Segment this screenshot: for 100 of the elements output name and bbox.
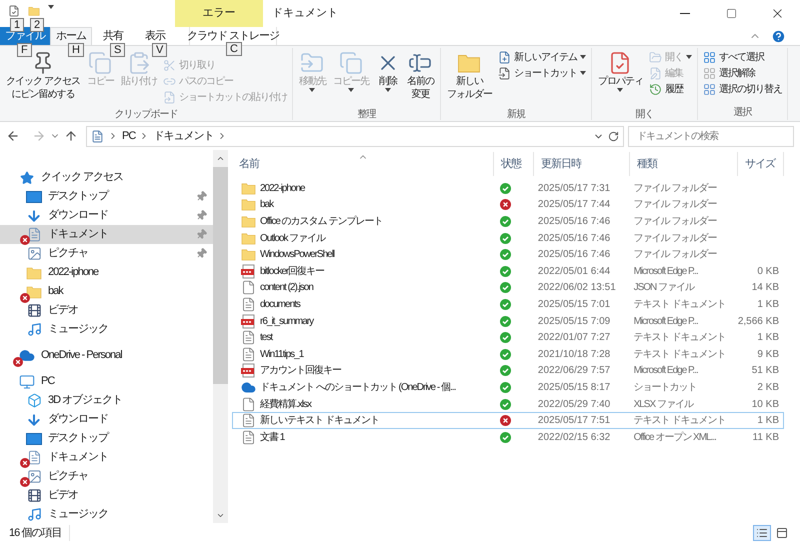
caret-icon	[686, 55, 692, 59]
text-file-icon	[241, 413, 256, 428]
column-header[interactable]: 名前	[232, 152, 494, 176]
nav-item[interactable]: クイック アクセス	[0, 168, 213, 187]
caret-icon	[309, 88, 316, 92]
file-row[interactable]: ドキュメント へのショートカット (OneDrive - 個... 2025/05/15 8:17 ショートカット 2 KB	[232, 379, 784, 396]
nav-item[interactable]: デスクトップ	[0, 429, 213, 448]
file-row[interactable]: WindowsPowerShell 2025/05/16 7:46 ファイル フォルダー	[232, 246, 784, 263]
shortcut-icon	[498, 66, 511, 80]
file-row[interactable]: Outlook ファイル 2025/05/16 7:46 ファイル フォルダー	[232, 230, 784, 246]
nav-item[interactable]: ミュージック	[0, 505, 213, 524]
file-row[interactable]: 経費精算.xlsx 2022/05/29 7:40 XLSX ファイル 10 KB	[232, 396, 784, 412]
column-header[interactable]: 状態	[494, 152, 534, 176]
file-row[interactable]: documents 2025/05/15 7:01 テキスト ドキュメント 1 KB	[232, 296, 784, 313]
nav-item[interactable]: ピクチャ	[0, 467, 213, 486]
ribbon-button[interactable]: 履歴	[646, 81, 694, 97]
ribbon-button[interactable]: 新しいアイテム	[496, 49, 588, 65]
modified-date: 2025/05/16 7:46	[536, 232, 610, 244]
back-icon[interactable]	[6, 129, 20, 143]
scroll-up-icon[interactable]	[216, 154, 225, 163]
nav-item[interactable]: bak	[0, 282, 213, 301]
nav-item[interactable]: ダウンロード	[0, 410, 213, 429]
ribbon-button[interactable]: 削除	[372, 48, 403, 108]
file-name: Office のカスタム テンプレート	[260, 214, 382, 229]
file-type: ショートカット	[632, 382, 697, 393]
nav-item[interactable]: デスクトップ	[0, 187, 213, 206]
column-header[interactable]: 種類	[630, 152, 738, 176]
ribbon-button[interactable]: 新しい フォルダー	[444, 48, 495, 108]
grid-icon	[702, 50, 716, 64]
file-row[interactable]: Win11tips_1 2021/10/18 7:28 テキスト ドキュメント 9 KB	[232, 346, 784, 363]
nav-label: 3D オブジェクト	[48, 392, 122, 408]
file-row[interactable]: 文書 1 2022/02/15 6:32 Office オープン XML... 11 KB	[232, 428, 784, 446]
group-label: 選択	[733, 106, 752, 120]
modified-date: 2025/05/16 7:46	[536, 249, 610, 260]
file-row[interactable]: bak 2025/05/17 7:44 ファイル フォルダー	[232, 196, 784, 214]
modified-date: 2025/05/15 8:17	[536, 382, 610, 393]
maximize-icon	[726, 8, 736, 19]
ribbon-button[interactable]: すべて選択	[700, 49, 784, 65]
properties-icon[interactable]	[8, 5, 20, 17]
ribbon-tab[interactable]: ホーム	[50, 27, 92, 45]
file-name: WindowsPowerShell	[260, 248, 334, 262]
ribbon-tab[interactable]: 共有	[92, 27, 134, 45]
refresh-icon[interactable]	[608, 130, 619, 142]
file-row[interactable]: r6_it_summary 2025/05/15 7:09 Microsoft Edge P... 2,566 KB	[232, 312, 784, 330]
scrollbar-thumb[interactable]	[213, 167, 228, 384]
nav-label: bak	[48, 284, 63, 300]
nav-label: ミュージック	[48, 507, 108, 522]
nav-item[interactable]: 2022-iphone	[0, 263, 213, 282]
error-badge-icon	[20, 477, 30, 487]
group-label: クリップボード	[114, 108, 178, 121]
nav-item[interactable]: ミュージック	[0, 320, 213, 339]
modified-date: 2025/05/15 7:09	[536, 316, 610, 327]
ribbon-button[interactable]: ショートカット	[496, 65, 588, 81]
caret-icon	[580, 71, 586, 75]
file-type: テキスト ドキュメント	[632, 415, 726, 426]
ribbon-button[interactable]: プロパティ	[594, 48, 646, 108]
file-size: 2,566 KB	[738, 314, 779, 329]
nav-item[interactable]: ドキュメント	[0, 225, 213, 244]
text-file-icon	[241, 330, 256, 346]
folder-icon	[241, 230, 256, 246]
nav-item[interactable]: 3D オブジェクト	[0, 391, 213, 410]
nav-item[interactable]: ピクチャ	[0, 244, 213, 263]
ribbon-button[interactable]: 名前の 変更	[404, 48, 437, 108]
column-header[interactable]: サイズ	[738, 152, 784, 176]
search-field[interactable]: ドキュメントの検索	[628, 126, 794, 146]
nav-label: クイック アクセス	[41, 170, 124, 186]
nav-item[interactable]: ビデオ	[0, 301, 213, 320]
nav-item[interactable]: PC	[0, 372, 213, 391]
breadcrumb[interactable]: ドキュメント	[153, 128, 214, 144]
file-row[interactable]: test 2022/01/07 7:27 テキスト ドキュメント 1 KB	[232, 329, 784, 346]
file-row[interactable]: アカウント回復キー 2022/06/29 7:57 Microsoft Edge P... 51 KB	[232, 362, 784, 380]
breadcrumb[interactable]: PC	[122, 128, 136, 144]
file-name: bak	[260, 198, 274, 212]
nav-item[interactable]: ダウンロード	[0, 206, 213, 225]
ribbon-tab[interactable]: 表示	[134, 27, 176, 45]
file-row[interactable]: content (2).json 2022/06/02 13:51 JSON ファイル 14 KB	[232, 280, 784, 296]
up-icon[interactable]	[64, 129, 78, 143]
grid-icon	[702, 82, 716, 96]
ribbon-button[interactable]: 選択解除	[700, 65, 784, 81]
open-icon	[648, 50, 662, 64]
shortcut-icon	[162, 90, 176, 104]
details-view-button[interactable]	[753, 525, 771, 541]
keytip: H	[68, 43, 84, 57]
file-size: 9 KB	[757, 348, 779, 362]
file-row[interactable]: bitlocker回復キー 2022/05/01 6:44 Microsoft Edge P... 0 KB	[232, 262, 784, 280]
file-row[interactable]: Office のカスタム テンプレート 2025/05/16 7:46 ファイル フォルダー	[232, 213, 784, 230]
ribbon-button[interactable]: 選択の切り替え	[700, 81, 784, 97]
file-row[interactable]: 2022-iphone 2025/05/17 7:31 ファイル フォルダー	[232, 180, 784, 197]
caret-icon	[48, 5, 54, 9]
nav-item[interactable]: OneDrive - Personal	[0, 346, 213, 365]
scroll-down-icon[interactable]	[216, 511, 225, 520]
scrollbar[interactable]	[213, 150, 228, 523]
nav-item[interactable]: ドキュメント	[0, 448, 213, 467]
file-row[interactable]: 新しいテキスト ドキュメント 2025/05/17 7:51 テキスト ドキュメント 1 KB	[232, 412, 784, 429]
column-header[interactable]: 更新日時	[534, 152, 630, 176]
nav-item[interactable]: ビデオ	[0, 486, 213, 505]
address-bar[interactable]: PC ドキュメント	[86, 126, 624, 146]
help-icon[interactable]	[771, 28, 786, 44]
modified-date: 2025/05/15 7:01	[536, 298, 610, 310]
file-name: 2022-iphone	[260, 182, 305, 196]
